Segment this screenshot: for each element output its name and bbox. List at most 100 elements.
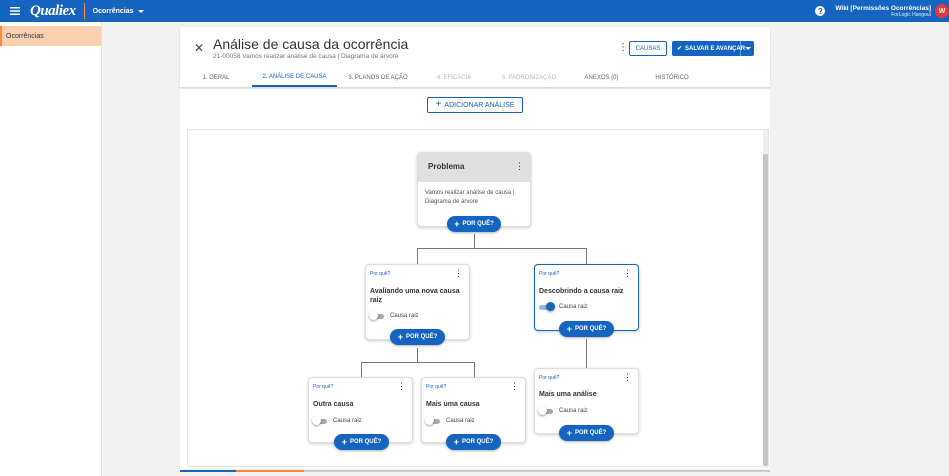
- close-icon[interactable]: ✕: [194, 42, 204, 54]
- why-button-label: POR QUÊ?: [574, 430, 607, 436]
- connector-line: [474, 234, 475, 248]
- toggle-switch[interactable]: [425, 416, 440, 425]
- why-button[interactable]: + POR QUÊ?: [559, 321, 614, 337]
- help-icon[interactable]: ?: [815, 6, 826, 16]
- page-subtitle: 21-00058 Vamos realizar análise de causa…: [213, 53, 399, 60]
- tab-anexos[interactable]: ANEXOS (0): [569, 69, 634, 87]
- why-label: Por quê?: [313, 384, 334, 390]
- connector-line: [586, 248, 587, 264]
- why-button[interactable]: + POR QUÊ?: [447, 216, 501, 232]
- problem-node-title: Problema: [428, 162, 465, 171]
- top-bar: Qualiex Ocorrências ? Wiki [Permissões O…: [0, 0, 949, 22]
- root-cause-label: Causa raiz: [390, 313, 419, 319]
- page-title: Análise de causa da ocorrência: [213, 36, 409, 52]
- why-button-label: POR QUÊ?: [574, 326, 607, 332]
- why-button-label: POR QUÊ?: [405, 334, 438, 340]
- connector-line: [417, 348, 418, 362]
- problem-node-description: Vamos realizar análise de causa | Diagra…: [425, 190, 515, 205]
- why-button-label: POR QUÊ?: [349, 439, 382, 445]
- tab-historico[interactable]: HISTÓRICO: [634, 69, 710, 87]
- module-selector[interactable]: Ocorrências: [85, 8, 144, 15]
- save-options-dropdown[interactable]: [740, 41, 754, 56]
- why-button-label: POR QUÊ?: [461, 439, 494, 445]
- page-header-card: ✕ Análise de causa da ocorrência 21-0005…: [180, 27, 770, 87]
- why-button[interactable]: + POR QUÊ?: [559, 425, 614, 441]
- save-and-advance-button[interactable]: ✔ SALVAR E AVANÇAR: [672, 41, 754, 56]
- why-label: Por quê?: [370, 271, 391, 277]
- why-button[interactable]: + POR QUÊ?: [390, 329, 445, 345]
- app-logo[interactable]: Qualiex: [30, 3, 85, 19]
- more-options-icon[interactable]: ⋮: [454, 269, 463, 278]
- root-cause-toggle[interactable]: Causa raiz: [538, 406, 588, 415]
- cause-text: Mais uma causa: [426, 401, 480, 408]
- plus-icon: +: [341, 436, 347, 447]
- save-and-advance-label: SALVAR E AVANÇAR: [685, 45, 746, 52]
- root-cause-toggle[interactable]: Causa raiz: [539, 302, 588, 311]
- connector-line: [417, 248, 586, 249]
- tab-padronizacao: 5. PADRONIZAÇÃO: [501, 75, 557, 81]
- tab-bar: 1. GERAL 2. ANÁLISE DE CAUSA 3. PLANOS D…: [180, 69, 770, 87]
- cause-text: Outra causa: [313, 401, 354, 408]
- plus-icon: +: [454, 218, 460, 229]
- why-button-label: POR QUÊ?: [462, 221, 494, 227]
- module-selector-label: Ocorrências: [92, 7, 134, 15]
- root-cause-label: Causa raiz: [446, 418, 475, 424]
- toggle-switch[interactable]: [312, 416, 327, 425]
- more-options-icon[interactable]: ⋮: [515, 162, 524, 171]
- scrollbar-track[interactable]: [763, 130, 768, 468]
- why-button[interactable]: + POR QUÊ?: [446, 434, 501, 450]
- plus-icon: +: [435, 99, 442, 110]
- cause-text: Descobrindo a causa raiz: [539, 288, 624, 295]
- user-info[interactable]: Wiki [Permissões Ocorrências] ForLogic H…: [835, 5, 931, 18]
- caret-down-icon: [744, 47, 751, 50]
- more-options-icon[interactable]: ⋮: [397, 382, 406, 391]
- toggle-switch[interactable]: [538, 406, 553, 415]
- add-analysis-button[interactable]: + ADICIONAR ANÁLISE: [427, 97, 523, 113]
- more-options-icon[interactable]: ⋮: [618, 42, 628, 53]
- connector-line: [361, 362, 362, 377]
- check-icon: ✔: [677, 46, 683, 52]
- why-label: Por quê?: [539, 375, 560, 381]
- root-cause-toggle[interactable]: Causa raiz: [425, 416, 475, 425]
- root-cause-label: Causa raiz: [333, 418, 362, 424]
- analysis-content: + ADICIONAR ANÁLISE Problema ⋮ Vamos rea…: [180, 89, 770, 469]
- hamburger-menu-icon[interactable]: [0, 0, 30, 22]
- root-cause-label: Causa raiz: [559, 408, 588, 414]
- more-options-icon[interactable]: ⋮: [510, 382, 519, 391]
- plus-icon: +: [566, 427, 572, 438]
- why-button[interactable]: + POR QUÊ?: [334, 434, 389, 450]
- cause-text: Mais uma análise: [539, 391, 597, 398]
- tab-geral[interactable]: 1. GERAL: [180, 69, 252, 87]
- why-label: Por quê?: [426, 384, 447, 390]
- causas-button[interactable]: CAUSAS: [629, 41, 667, 56]
- connector-line: [474, 362, 475, 377]
- avatar[interactable]: W: [935, 4, 949, 18]
- toggle-switch[interactable]: [539, 302, 555, 311]
- connector-line: [417, 248, 418, 264]
- plus-icon: +: [453, 436, 459, 447]
- sidebar-item-ocorrencias[interactable]: Ocorrências: [0, 26, 101, 46]
- bottom-progress-strip: [180, 470, 770, 476]
- plus-icon: +: [566, 323, 572, 334]
- tab-analise-de-causa[interactable]: 2. ANÁLISE DE CAUSA: [252, 69, 337, 87]
- sidebar: Ocorrências: [0, 22, 102, 476]
- scrollbar-thumb[interactable]: [763, 154, 768, 466]
- connector-line: [586, 339, 587, 368]
- caret-down-icon: [137, 9, 144, 13]
- root-cause-label: Causa raiz: [559, 304, 588, 310]
- more-options-icon[interactable]: ⋮: [623, 269, 632, 278]
- toggle-switch[interactable]: [369, 311, 384, 320]
- tree-diagram-canvas[interactable]: Problema ⋮ Vamos realizar análise de cau…: [187, 129, 769, 468]
- add-analysis-label: ADICIONAR ANÁLISE: [444, 101, 515, 109]
- sidebar-item-label: Ocorrências: [6, 32, 44, 40]
- tab-planos-de-acao[interactable]: 3. PLANOS DE AÇÃO: [337, 69, 419, 87]
- user-name: Wiki [Permissões Ocorrências]: [835, 4, 931, 12]
- more-options-icon[interactable]: ⋮: [623, 373, 632, 382]
- connector-line: [361, 362, 474, 363]
- cause-text: Avaliando uma nova causa raiz: [370, 288, 460, 304]
- root-cause-toggle[interactable]: Causa raiz: [369, 311, 419, 320]
- why-label: Por quê?: [539, 271, 560, 277]
- tab-eficacia: 4. EFICÁCIA: [436, 75, 472, 81]
- root-cause-toggle[interactable]: Causa raiz: [312, 416, 362, 425]
- user-organization: ForLogic Hangout: [891, 11, 931, 18]
